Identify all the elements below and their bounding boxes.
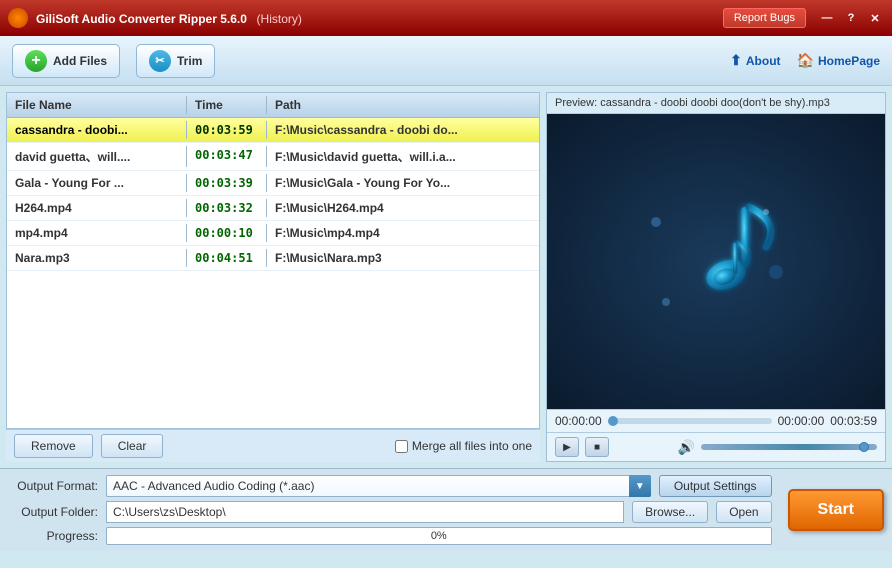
- cell-time: 00:04:51: [187, 249, 267, 267]
- progress-row: Progress: 0%: [8, 527, 772, 545]
- preview-title: Preview: cassandra - doobi doobi doo(don…: [547, 93, 885, 114]
- app-title: GiliSoft Audio Converter Ripper 5.6.0 (H…: [36, 11, 302, 26]
- output-folder-row: Output Folder: Browse... Open: [8, 501, 772, 523]
- toolbar-right: ⬆ About 🏠 HomePage: [730, 52, 880, 69]
- volume-track[interactable]: [701, 444, 877, 450]
- progress-track[interactable]: [608, 418, 772, 424]
- buttons-bar: Remove Clear Merge all files into one: [6, 429, 540, 462]
- table-row[interactable]: cassandra - doobi... 00:03:59 F:\Music\c…: [7, 118, 539, 143]
- file-table-header: File Name Time Path: [7, 93, 539, 118]
- cell-time: 00:03:59: [187, 121, 267, 139]
- file-panel: File Name Time Path cassandra - doobi...…: [6, 92, 540, 429]
- remove-button[interactable]: Remove: [14, 434, 93, 458]
- browse-button[interactable]: Browse...: [632, 501, 708, 523]
- output-folder-label: Output Folder:: [8, 505, 98, 519]
- table-row[interactable]: david guetta、will.... 00:03:47 F:\Music\…: [7, 143, 539, 171]
- preview-panel: Preview: cassandra - doobi doobi doo(don…: [546, 92, 886, 462]
- merge-checkbox-label[interactable]: Merge all files into one: [395, 439, 532, 453]
- table-row[interactable]: Gala - Young For ... 00:03:39 F:\Music\G…: [7, 171, 539, 196]
- preview-controls: ▶ ■ 🔊: [547, 432, 885, 461]
- title-bar: GiliSoft Audio Converter Ripper 5.6.0 (H…: [0, 0, 892, 36]
- bottom-right-start: Start: [780, 475, 884, 545]
- trim-button[interactable]: ✂ Trim: [136, 44, 215, 78]
- bottom-rows-wrap: Output Format: AAC - Advanced Audio Codi…: [8, 475, 884, 545]
- cell-filename: mp4.mp4: [7, 224, 187, 242]
- play-button[interactable]: ▶: [555, 437, 579, 457]
- app-icon: [8, 8, 28, 28]
- output-format-select[interactable]: AAC - Advanced Audio Coding (*.aac) MP3 …: [106, 475, 651, 497]
- clear-button[interactable]: Clear: [101, 434, 164, 458]
- report-bugs-button[interactable]: Report Bugs: [723, 8, 806, 28]
- time-end: 00:03:59: [830, 414, 877, 428]
- cell-path: F:\Music\cassandra - doobi do...: [267, 121, 539, 139]
- progress-text: 0%: [107, 528, 771, 544]
- cell-filename: Gala - Young For ...: [7, 174, 187, 192]
- about-icon: ⬆: [730, 52, 742, 69]
- add-files-button[interactable]: + Add Files: [12, 44, 120, 78]
- cell-filename: david guetta、will....: [7, 146, 187, 167]
- table-row[interactable]: Nara.mp3 00:04:51 F:\Music\Nara.mp3: [7, 246, 539, 271]
- table-row[interactable]: H264.mp4 00:03:32 F:\Music\H264.mp4: [7, 196, 539, 221]
- buttons-bar-left: Remove Clear: [14, 434, 163, 458]
- window-controls: — ? ✕: [818, 9, 884, 27]
- music-note-icon: [636, 192, 796, 332]
- cell-time: 00:00:10: [187, 224, 267, 242]
- cell-path: F:\Music\david guetta、will.i.a...: [267, 146, 539, 167]
- start-button[interactable]: Start: [788, 489, 884, 531]
- title-bar-left: GiliSoft Audio Converter Ripper 5.6.0 (H…: [8, 8, 302, 28]
- progress-bar-container: 0%: [106, 527, 772, 545]
- add-icon: +: [25, 50, 47, 72]
- about-link[interactable]: ⬆ About: [730, 52, 780, 69]
- progress-thumb: [608, 416, 618, 426]
- cell-filename: Nara.mp3: [7, 249, 187, 267]
- cell-path: F:\Music\H264.mp4: [267, 199, 539, 217]
- trim-icon: ✂: [149, 50, 171, 72]
- file-list: cassandra - doobi... 00:03:59 F:\Music\c…: [7, 118, 539, 428]
- merge-checkbox-input[interactable]: [395, 440, 408, 453]
- bottom-panel: Output Format: AAC - Advanced Audio Codi…: [0, 468, 892, 551]
- cell-time: 00:03:32: [187, 199, 267, 217]
- toolbar: + Add Files ✂ Trim ⬆ About 🏠 HomePage: [0, 36, 892, 86]
- main-content: File Name Time Path cassandra - doobi...…: [0, 86, 892, 468]
- stop-button[interactable]: ■: [585, 437, 609, 457]
- title-bar-right: Report Bugs — ? ✕: [723, 8, 884, 28]
- open-button[interactable]: Open: [716, 501, 771, 523]
- help-button[interactable]: ?: [842, 9, 860, 27]
- output-settings-wrap: Output Settings: [659, 475, 772, 497]
- preview-time-bar: 00:00:00 00:00:00 00:03:59: [547, 409, 885, 432]
- output-format-label: Output Format:: [8, 479, 98, 493]
- volume-thumb: [859, 442, 869, 452]
- output-format-row: Output Format: AAC - Advanced Audio Codi…: [8, 475, 772, 497]
- cell-time: 00:03:39: [187, 174, 267, 192]
- home-icon: 🏠: [797, 52, 814, 69]
- time-start: 00:00:00: [555, 414, 602, 428]
- time-current: 00:00:00: [778, 414, 825, 428]
- cell-filename: H264.mp4: [7, 199, 187, 217]
- format-select-wrap: AAC - Advanced Audio Coding (*.aac) MP3 …: [106, 475, 651, 497]
- volume-icon: 🔊: [678, 439, 695, 456]
- cell-time: 00:03:47: [187, 146, 267, 167]
- progress-label: Progress:: [8, 529, 98, 543]
- bottom-left-fields: Output Format: AAC - Advanced Audio Codi…: [8, 475, 772, 545]
- minimize-button[interactable]: —: [818, 9, 836, 27]
- header-time: Time: [187, 96, 267, 114]
- toolbar-left: + Add Files ✂ Trim: [12, 44, 215, 78]
- output-settings-button[interactable]: Output Settings: [659, 475, 772, 497]
- close-button[interactable]: ✕: [866, 9, 884, 27]
- cell-path: F:\Music\Gala - Young For Yo...: [267, 174, 539, 192]
- table-row[interactable]: mp4.mp4 00:00:10 F:\Music\mp4.mp4: [7, 221, 539, 246]
- output-folder-input[interactable]: [106, 501, 624, 523]
- cell-filename: cassandra - doobi...: [7, 121, 187, 139]
- cell-path: F:\Music\mp4.mp4: [267, 224, 539, 242]
- homepage-link[interactable]: 🏠 HomePage: [797, 52, 880, 69]
- header-path: Path: [267, 96, 539, 114]
- preview-video: [547, 114, 885, 409]
- cell-path: F:\Music\Nara.mp3: [267, 249, 539, 267]
- header-filename: File Name: [7, 96, 187, 114]
